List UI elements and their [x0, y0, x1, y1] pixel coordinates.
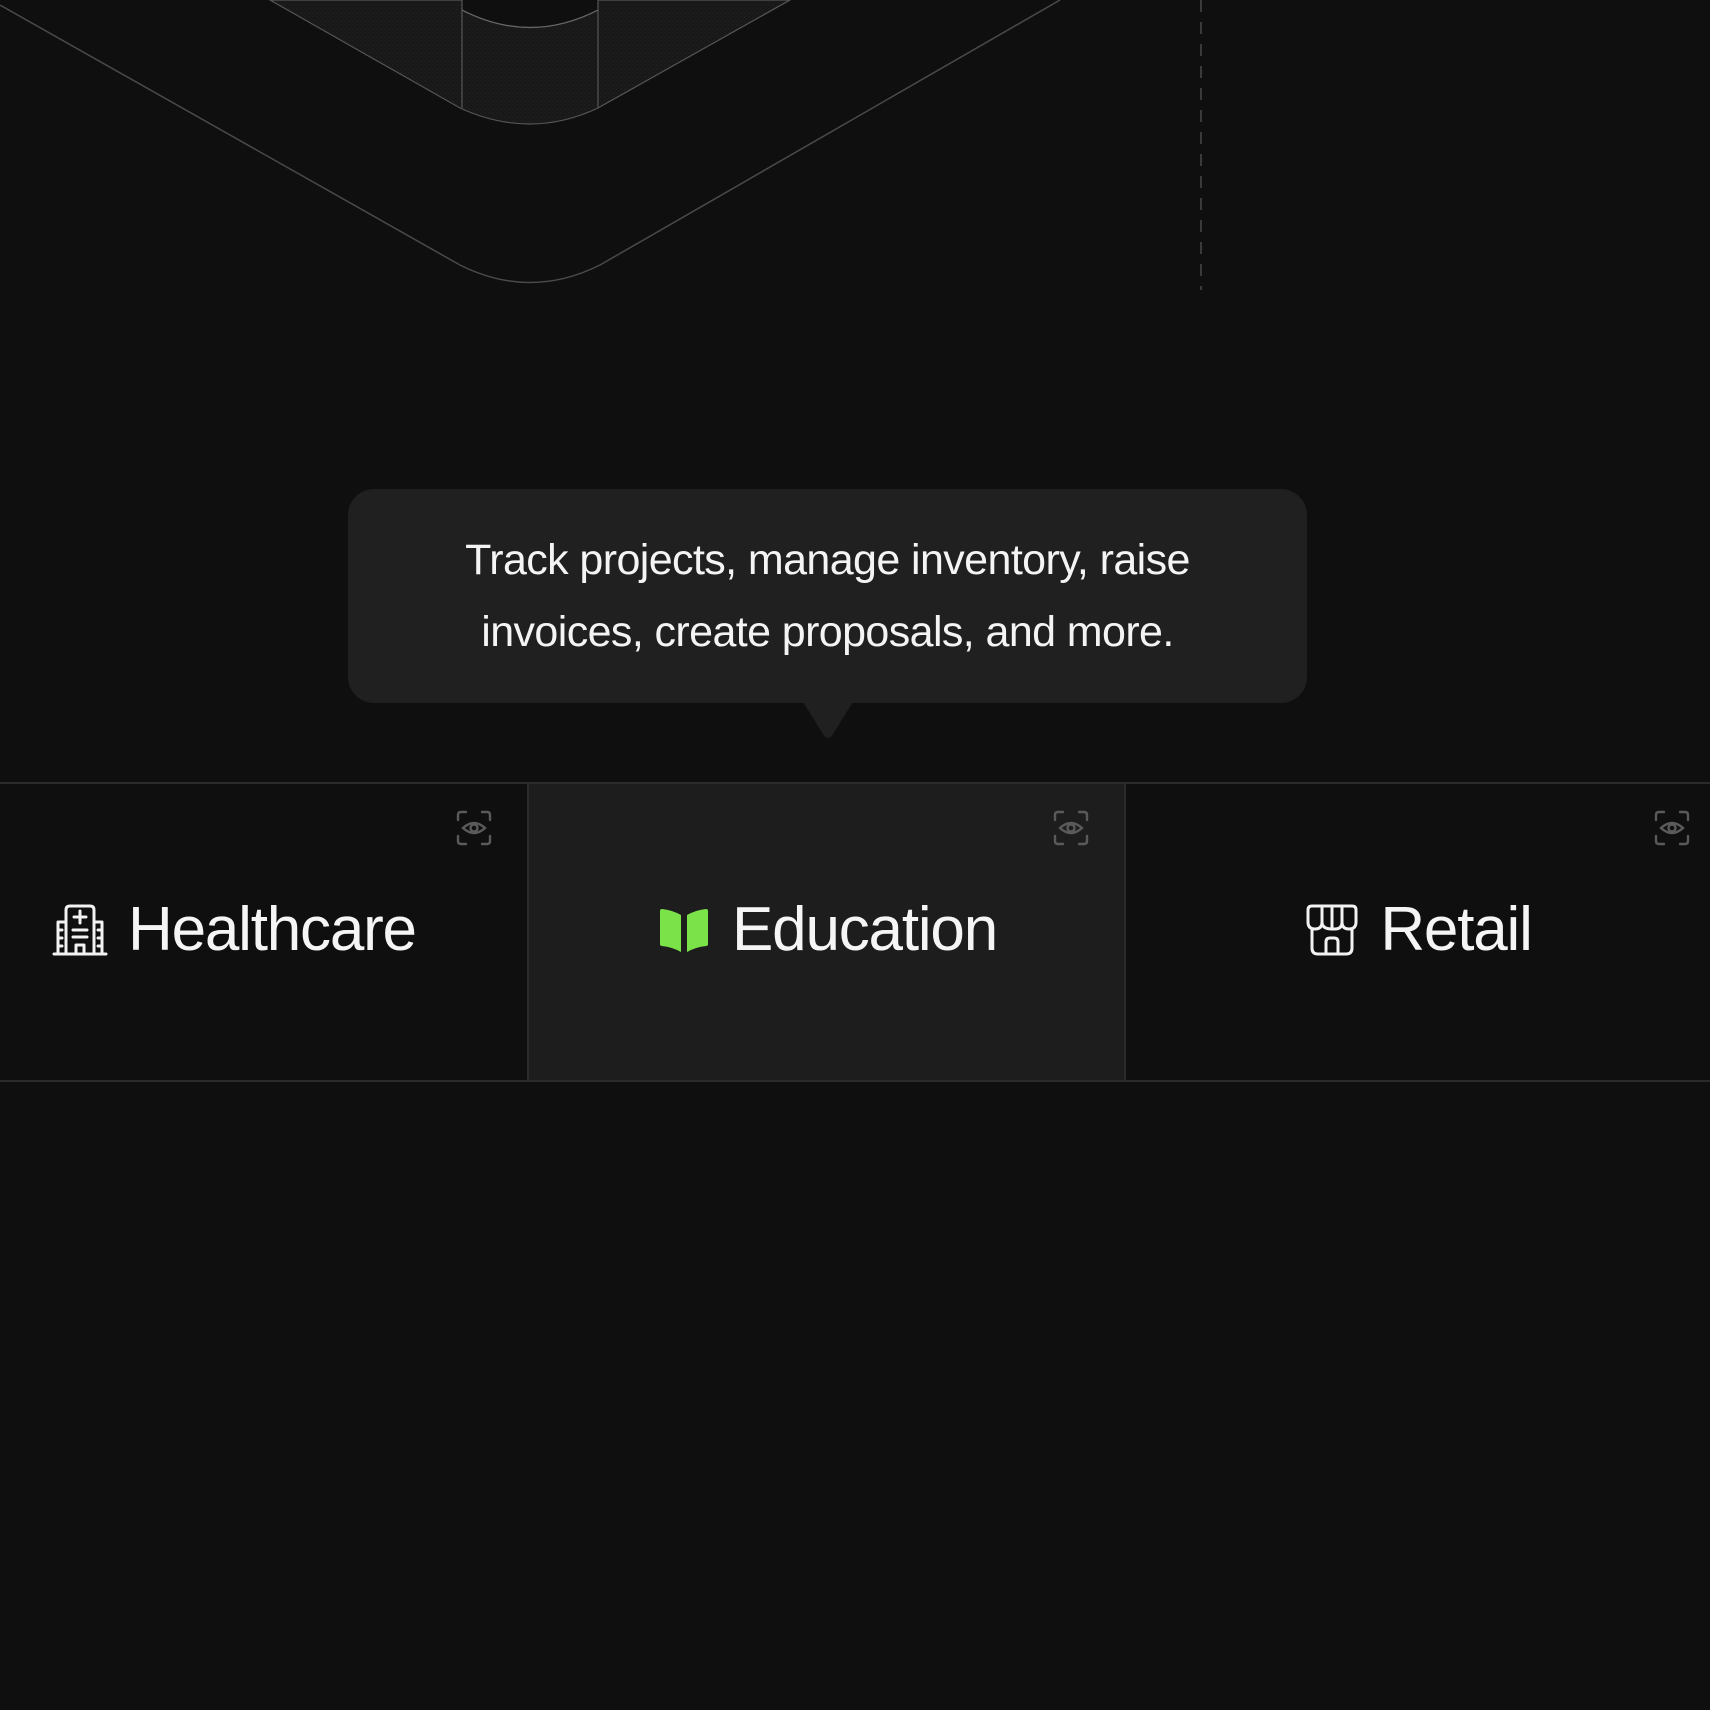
- tooltip-arrow: [803, 702, 853, 738]
- tab-education[interactable]: Education: [529, 784, 1126, 1080]
- isometric-illustration: [0, 0, 1202, 290]
- eye-scan-icon[interactable]: [1654, 810, 1690, 846]
- hospital-icon: [52, 904, 108, 956]
- eye-scan-icon[interactable]: [1053, 810, 1089, 846]
- tab-label: Education: [732, 895, 998, 964]
- eye-scan-icon[interactable]: [456, 810, 492, 846]
- tooltip: Track projects, manage inventory, raise …: [348, 489, 1307, 703]
- tab-healthcare[interactable]: Healthcare: [0, 784, 529, 1080]
- tab-content: Education: [656, 895, 998, 964]
- tab-content: Retail: [1304, 895, 1533, 964]
- tab-label: Retail: [1380, 895, 1533, 964]
- store-icon: [1306, 904, 1358, 956]
- tab-content: Healthcare: [52, 895, 417, 964]
- tab-retail[interactable]: Retail: [1126, 784, 1710, 1080]
- page: Track projects, manage inventory, raise …: [0, 0, 1710, 1710]
- tooltip-text: Track projects, manage inventory, raise …: [465, 536, 1190, 656]
- industry-tabs: Healthcare Education Retail: [0, 782, 1710, 1082]
- book-icon: [660, 909, 709, 952]
- tab-label: Healthcare: [128, 895, 417, 964]
